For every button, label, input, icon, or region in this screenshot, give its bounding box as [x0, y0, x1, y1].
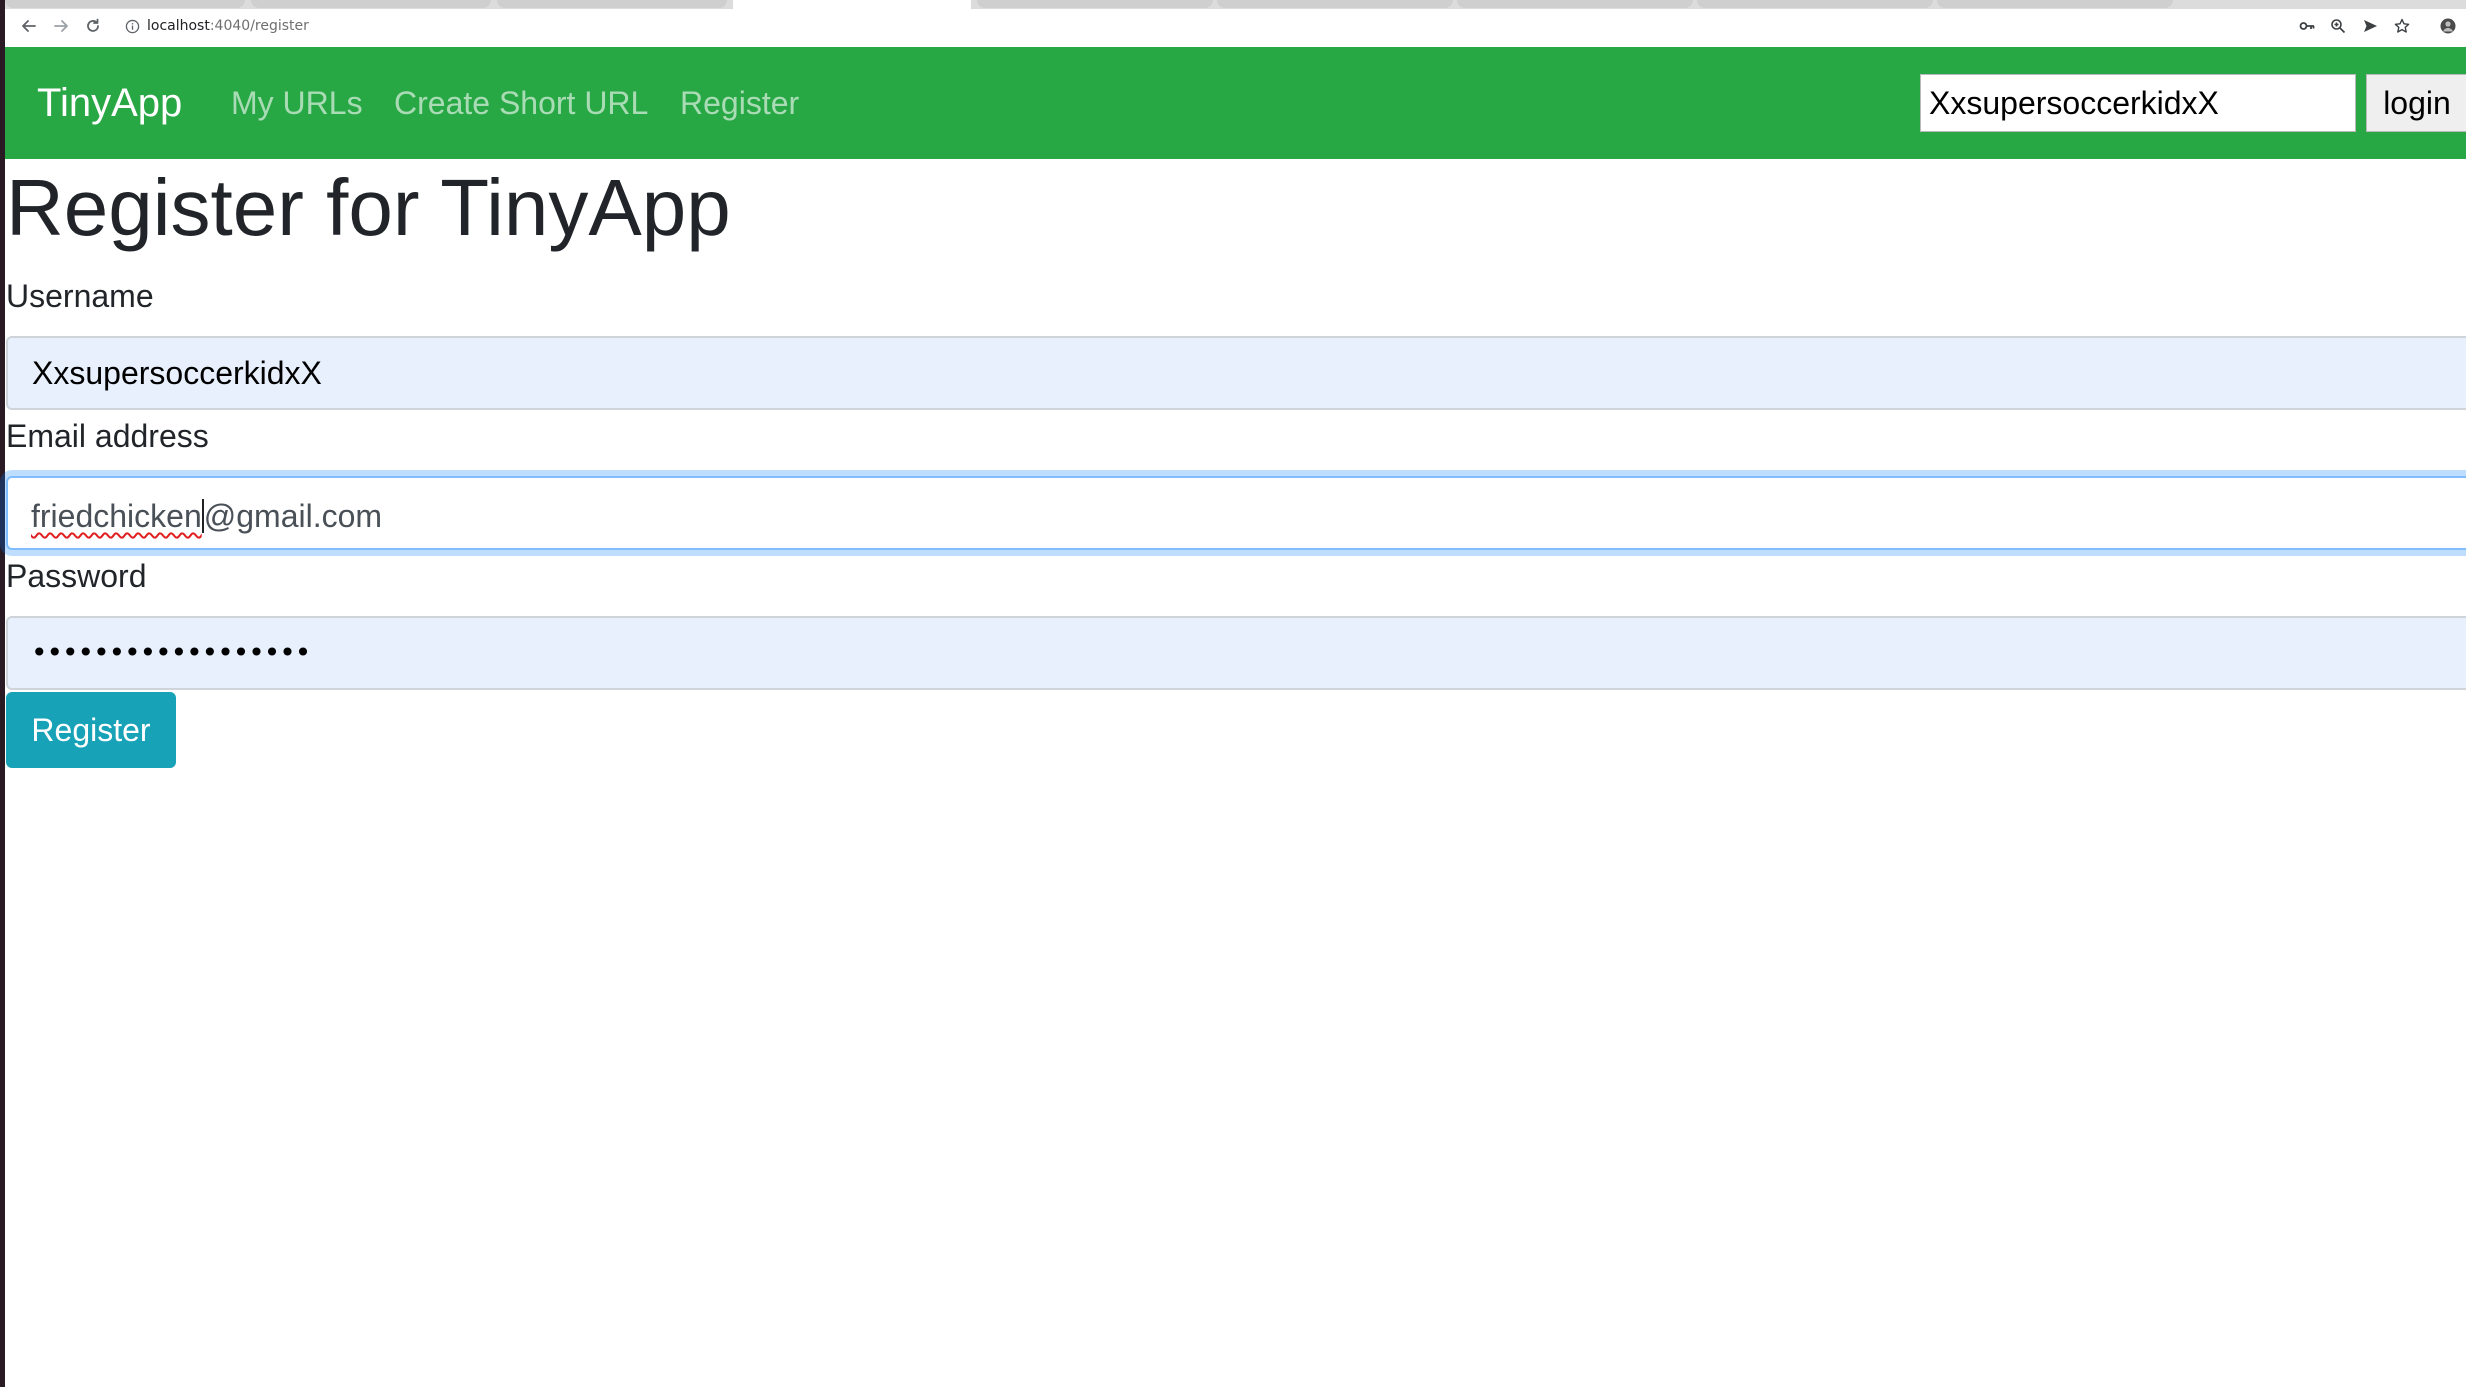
key-icon[interactable]: [2296, 15, 2318, 37]
browser-tab[interactable]: [497, 0, 727, 8]
login-button[interactable]: login: [2366, 74, 2466, 132]
password-label: Password: [6, 558, 147, 594]
tab-strip: [5, 0, 2466, 9]
browser-tab[interactable]: [977, 0, 1213, 8]
url-host: localhost: [147, 18, 210, 34]
email-label: Email address: [6, 418, 209, 454]
email-field[interactable]: [6, 476, 2466, 550]
browser-tab[interactable]: [1697, 0, 1933, 8]
browser-tab[interactable]: [1457, 0, 1693, 8]
username-label: Username: [6, 278, 154, 314]
browser-tab[interactable]: [1937, 0, 2173, 8]
browser-tab[interactable]: [251, 0, 491, 8]
zoom-icon[interactable]: [2327, 15, 2349, 37]
brand-link[interactable]: TinyApp: [37, 80, 182, 126]
address-bar[interactable]: localhost:4040/register: [147, 17, 309, 35]
browser-toolbar: localhost:4040/register: [5, 0, 2466, 48]
site-info-icon[interactable]: [123, 17, 141, 35]
forward-icon[interactable]: [49, 14, 73, 38]
browser-tab[interactable]: [1217, 0, 1453, 8]
send-icon[interactable]: [2359, 15, 2381, 37]
page-title: Register for TinyApp: [6, 163, 731, 252]
left-window-edge: [0, 0, 5, 1387]
register-submit-button[interactable]: Register: [6, 692, 176, 768]
app-navbar: TinyApp My URLs Create Short URL Registe…: [5, 47, 2466, 159]
navbar-username-input[interactable]: [1920, 74, 2356, 132]
nav-create-short-url[interactable]: Create Short URL: [394, 84, 648, 122]
nav-my-urls[interactable]: My URLs: [231, 84, 363, 122]
username-field[interactable]: [6, 336, 2466, 410]
bookmark-star-icon[interactable]: [2391, 15, 2413, 37]
nav-register[interactable]: Register: [680, 84, 799, 122]
url-path: :4040/register: [209, 18, 309, 34]
browser-tab-active[interactable]: [733, 0, 971, 9]
profile-avatar-icon[interactable]: [2437, 15, 2459, 37]
reload-icon[interactable]: [81, 14, 105, 38]
password-field[interactable]: [6, 616, 2466, 690]
back-icon[interactable]: [17, 14, 41, 38]
browser-tab[interactable]: [5, 0, 245, 8]
